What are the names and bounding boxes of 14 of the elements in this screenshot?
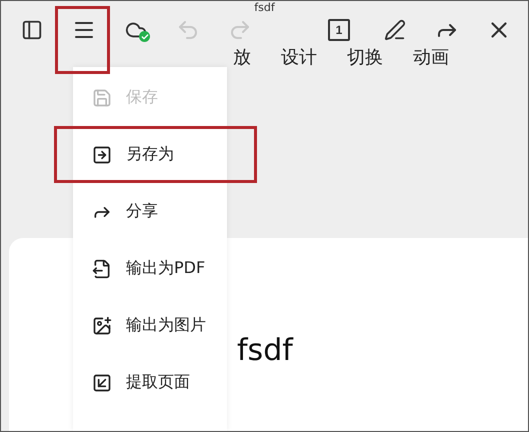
image-icon [92, 316, 112, 336]
page-count-button[interactable]: 1 [328, 19, 350, 41]
menu-item[interactable]: 提取页面 [73, 354, 227, 411]
ribbon-tab[interactable]: 切换 [347, 45, 383, 69]
file-export-icon [92, 258, 112, 278]
slide-text: fsdf [237, 333, 293, 368]
menu-item[interactable]: 另存为 [73, 126, 227, 183]
window-title: fsdf [253, 1, 276, 15]
ribbon-tab[interactable]: 动画 [413, 45, 449, 69]
menu-item[interactable]: 分享 [73, 183, 227, 240]
menu-item[interactable]: 输出为图片 [73, 297, 227, 354]
ribbon-tab[interactable]: 设计 [281, 45, 317, 69]
ribbon-tab[interactable]: 放 [233, 45, 251, 69]
menu-item[interactable]: 输出为PDF [73, 240, 227, 297]
